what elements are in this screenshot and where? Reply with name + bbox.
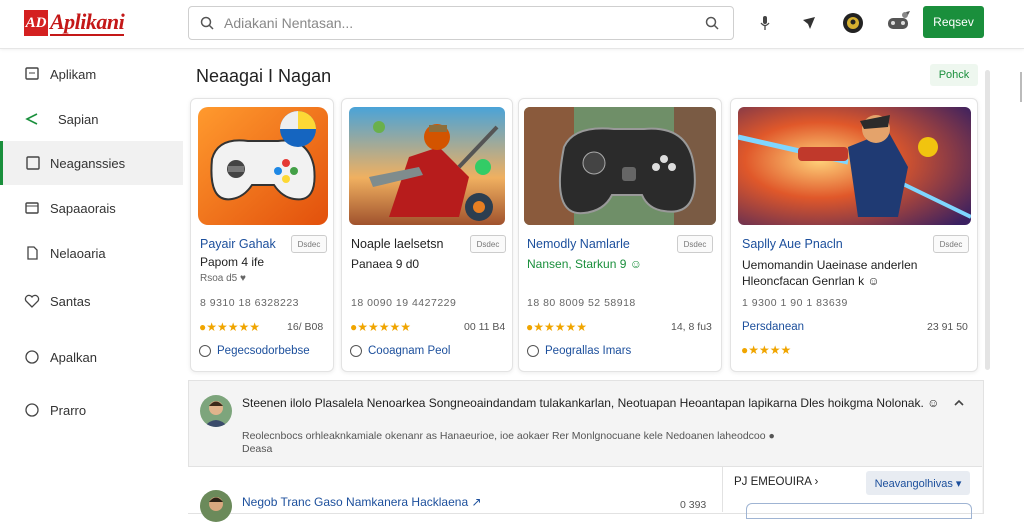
radio-icon: [199, 345, 211, 357]
pin-icon[interactable]: [798, 12, 820, 34]
rating-count: 14, 8 fu3: [671, 321, 712, 333]
scrollbar[interactable]: [985, 70, 990, 370]
chevron-up-icon[interactable]: [952, 396, 966, 410]
input-pill[interactable]: [746, 503, 972, 519]
card-subtitle-2: Hleoncfacan Genrlan k ☺: [742, 274, 880, 288]
document-icon: [27, 246, 38, 260]
sidebar-item-label: Santas: [50, 293, 91, 309]
send-icon: [25, 113, 38, 125]
sidebar-item-label: Sapaaorais: [50, 200, 116, 216]
game-card[interactable]: Noaple laelsetsn Dsdec Panaea 9 d0 18 00…: [341, 98, 513, 372]
game-thumbnail: [524, 107, 716, 225]
card-tag: Dsdec: [291, 235, 327, 253]
card-link-label: Pegecsodorbebse: [217, 345, 310, 357]
card-meta: 18 80 8009 52 58918: [527, 297, 636, 309]
heart-icon: [24, 294, 40, 308]
circle-icon: [25, 350, 39, 364]
card-title[interactable]: Noaple laelsetsn: [351, 237, 443, 251]
sidebar-item-apalkan[interactable]: Apalkan: [0, 335, 180, 379]
search-input[interactable]: Adiakani Nentasan...: [224, 15, 705, 31]
card-link-label: Peograllas Imars: [545, 345, 632, 357]
sidebar-item-label: Prarro: [50, 402, 87, 418]
gamepad-icon[interactable]: [886, 10, 912, 32]
logo-mark: AD: [24, 10, 48, 36]
sidebar-item-favorites[interactable]: Santas: [0, 279, 180, 323]
card-subtitle: Uemomandin Uaeinase anderlen: [742, 258, 918, 272]
game-thumbnail: [198, 107, 328, 225]
card-link[interactable]: Pegecsodorbebse: [199, 345, 310, 357]
card-link[interactable]: Cooagnam Peol: [350, 345, 450, 357]
sidebar-item-games[interactable]: Neaganssies: [0, 141, 183, 185]
star-rating: ●★★★★★: [199, 320, 261, 334]
signin-button[interactable]: Reqsev: [923, 6, 984, 38]
game-thumbnail: [738, 107, 971, 225]
top-bar: AD Aplikani Adiakani Nentasan... Reqsev: [0, 0, 1024, 49]
card-link[interactable]: Persdanean: [742, 321, 804, 333]
rating-count: 00 11 B4: [464, 321, 506, 333]
card-subtitle: Panaea 9 d0: [351, 257, 420, 271]
sidebar-item-send[interactable]: Sapian: [0, 97, 180, 141]
card-detail: Rsoa d5 ♥: [200, 273, 246, 284]
circle-icon: [25, 403, 39, 417]
sidebar-item-label: Aplikam: [50, 66, 97, 82]
sidebar-item-windows[interactable]: Sapaaorais: [0, 186, 180, 230]
card-link[interactable]: Peograllas Imars: [527, 345, 631, 357]
game-card[interactable]: Payair Gahak Dsdec Papom 4 ife Rsoa d5 ♥…: [190, 98, 334, 372]
divider: [722, 466, 723, 512]
game-card[interactable]: Saplly Aue Pnacln Dsdec Uemomandin Uaein…: [730, 98, 978, 372]
card-subtitle: Papom 4 ife: [200, 255, 265, 269]
card-tag: Dsdec: [677, 235, 713, 253]
star-rating: ●★★★★: [741, 343, 792, 357]
reviewer-avatar[interactable]: [200, 490, 232, 522]
search-submit-icon[interactable]: [705, 16, 719, 30]
review-text: Steenen ilolo Plasalela Nenoarkea Songne…: [242, 396, 940, 410]
review-author: Deasa: [242, 443, 273, 455]
square-icon: [26, 156, 40, 170]
sort-dropdown[interactable]: Neavangolhivas ▾: [866, 471, 970, 495]
sidebar: Aplikam Sapian Neaganssies Sapaaorais Ne…: [0, 48, 183, 512]
sidebar-item-prarro[interactable]: Prarro: [0, 388, 180, 432]
window-icon: [25, 202, 39, 214]
square-icon: [25, 67, 39, 80]
card-title[interactable]: Payair Gahak: [200, 237, 276, 251]
sidebar-item-apps[interactable]: Aplikam: [0, 52, 180, 96]
review-meta: 0 393: [680, 499, 707, 511]
radio-icon: [350, 345, 362, 357]
card-tag: Dsdec: [933, 235, 969, 253]
search-box[interactable]: Adiakani Nentasan...: [188, 6, 734, 40]
sidebar-item-label: Sapian: [58, 111, 99, 127]
card-title[interactable]: Saplly Aue Pnacln: [742, 237, 843, 251]
card-link-label: Cooagnam Peol: [368, 345, 451, 357]
card-meta: 18 0090 19 4427229: [351, 297, 457, 309]
rating-count: 16/ B08: [287, 321, 324, 333]
rating-count: 23 91 50: [927, 321, 968, 333]
card-title[interactable]: Nemodly Namlarle: [527, 237, 630, 251]
radio-icon: [527, 345, 539, 357]
sidebar-item-label: Nelaoaria: [50, 245, 106, 261]
logo-text: Aplikani: [50, 9, 125, 36]
game-card[interactable]: Nemodly Namlarle Dsdec Nansen, Starkun 9…: [518, 98, 722, 372]
card-tag: Dsdec: [470, 235, 506, 253]
sidebar-item-documents[interactable]: Nelaoaria: [0, 231, 180, 275]
edge-scroll-handle[interactable]: [1020, 72, 1022, 102]
app-logo[interactable]: AD Aplikani: [24, 9, 125, 37]
sidebar-item-label: Neaganssies: [50, 155, 126, 171]
sidebar-item-label: Apalkan: [50, 349, 97, 365]
star-rating: ●★★★★★: [350, 320, 412, 334]
search-icon: [200, 16, 214, 30]
card-meta: 1 9300 1 90 1 83639: [742, 297, 848, 309]
card-subtitle: Nansen, Starkun 9 ☺: [527, 257, 642, 271]
card-link-label: Persdanean: [742, 321, 805, 333]
reviewer-avatar[interactable]: [200, 395, 232, 427]
see-more-button[interactable]: Pohck: [930, 64, 978, 86]
avatar-badge-icon[interactable]: [842, 12, 864, 34]
game-thumbnail: [349, 107, 505, 225]
star-rating: ●★★★★★: [526, 320, 588, 334]
card-meta: 8 9310 18 6328223: [200, 297, 300, 309]
review-link[interactable]: Negob Tranc Gaso Namkanera Hacklaena ↗: [242, 495, 482, 510]
filter-label[interactable]: PJ EMEOUIRA ›: [734, 476, 818, 488]
mic-icon[interactable]: [754, 12, 776, 34]
review-subtext: Reolecnbocs orhleaknkamiale okenanr as H…: [242, 430, 775, 442]
section-title: Neaagai I Nagan: [196, 66, 332, 86]
